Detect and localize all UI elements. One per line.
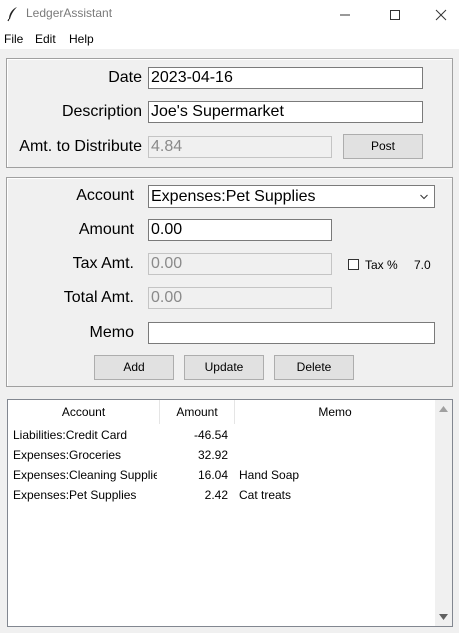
row-amount: 16.04 xyxy=(197,468,228,482)
maximize-button[interactable] xyxy=(372,0,418,29)
row-memo: Hand Soap xyxy=(239,468,300,482)
tax-checkbox[interactable] xyxy=(348,259,359,270)
amt-to-distribute-field: 4.84 xyxy=(148,136,332,158)
row-account: Expenses:Cleaning Supplies xyxy=(13,468,157,482)
maximize-icon xyxy=(390,10,400,20)
description-field[interactable]: Joe's Supermarket xyxy=(148,101,423,123)
memo-label: Memo xyxy=(89,324,134,341)
transaction-frame: Date 2023-04-16 Description Joe's Superm… xyxy=(6,58,453,168)
tax-checkbox-label: Tax % xyxy=(365,258,398,272)
add-button[interactable]: Add xyxy=(94,355,174,380)
total-amt-field: 0.00 xyxy=(148,287,332,309)
scroll-down-icon[interactable] xyxy=(439,614,448,620)
row-account: Expenses:Groceries xyxy=(13,448,122,462)
minimize-icon xyxy=(340,14,350,16)
account-combobox[interactable]: Expenses:Pet Supplies xyxy=(148,185,435,208)
amt-to-distribute-label: Amt. to Distribute xyxy=(19,138,142,155)
tax-amt-field: 0.00 xyxy=(148,253,332,275)
split-frame: Account Expenses:Pet Supplies Amount 0.0… xyxy=(6,177,453,387)
close-button[interactable] xyxy=(418,0,459,29)
splits-table[interactable]: Account Amount Memo Liabilities:Credit C… xyxy=(7,399,453,627)
menu-file[interactable]: File xyxy=(4,32,23,46)
table-row[interactable]: Expenses:Pet Supplies 2.42 Cat treats xyxy=(8,486,435,506)
table-row[interactable]: Expenses:Groceries 32.92 xyxy=(8,446,435,466)
date-label: Date xyxy=(108,69,142,86)
row-memo: Cat treats xyxy=(239,488,292,502)
tax-rate-value: 7.0 xyxy=(414,258,431,272)
column-header-memo[interactable]: Memo xyxy=(235,400,435,424)
update-button[interactable]: Update xyxy=(184,355,264,380)
chevron-down-icon xyxy=(420,194,428,200)
total-amt-label: Total Amt. xyxy=(63,289,134,306)
amount-label: Amount xyxy=(78,221,134,238)
table-header: Account Amount Memo xyxy=(8,400,435,424)
column-header-amount[interactable]: Amount xyxy=(160,400,235,424)
title-bar: LedgerAssistant xyxy=(0,0,459,29)
description-label: Description xyxy=(61,103,142,120)
window-title: LedgerAssistant xyxy=(26,6,113,20)
row-account: Liabilities:Credit Card xyxy=(13,428,128,442)
column-header-account[interactable]: Account xyxy=(8,400,160,424)
table-row[interactable]: Expenses:Cleaning Supplies 16.04 Hand So… xyxy=(8,466,435,486)
date-field[interactable]: 2023-04-16 xyxy=(148,67,423,89)
menu-bar: File Edit Help xyxy=(0,29,459,49)
feather-icon xyxy=(7,7,17,22)
scroll-up-icon[interactable] xyxy=(439,406,448,412)
menu-edit[interactable]: Edit xyxy=(35,32,56,46)
account-combobox-value: Expenses:Pet Supplies xyxy=(151,188,316,205)
tax-amt-label: Tax Amt. xyxy=(72,255,134,272)
vertical-scrollbar[interactable] xyxy=(435,400,452,626)
account-label: Account xyxy=(76,187,134,204)
row-amount: -46.54 xyxy=(193,428,228,442)
menu-help[interactable]: Help xyxy=(69,32,94,46)
row-amount: 2.42 xyxy=(204,488,228,502)
row-amount: 32.92 xyxy=(197,448,228,462)
post-button[interactable]: Post xyxy=(343,134,423,159)
close-icon xyxy=(435,9,447,21)
row-account: Expenses:Pet Supplies xyxy=(13,488,137,502)
delete-button[interactable]: Delete xyxy=(274,355,354,380)
amount-field[interactable]: 0.00 xyxy=(148,219,332,241)
minimize-button[interactable] xyxy=(322,0,368,29)
table-row[interactable]: Liabilities:Credit Card -46.54 xyxy=(8,426,435,446)
memo-field[interactable] xyxy=(148,322,435,344)
